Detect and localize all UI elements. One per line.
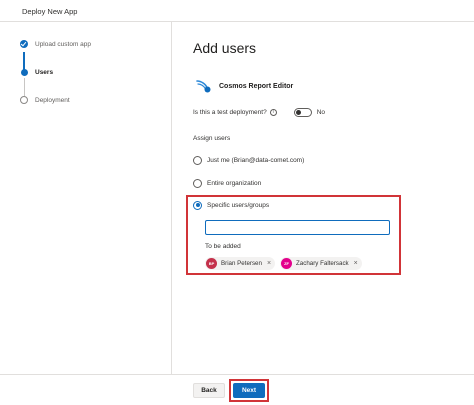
- user-chip-name: Zachary Faltersack: [296, 259, 349, 267]
- current-step-icon: [20, 68, 28, 76]
- radio-label: Just me (Brian@data-comet.com): [207, 156, 305, 164]
- selected-users: BP Brian Petersen × ZF Zachary Faltersac…: [205, 256, 367, 270]
- avatar: ZF: [281, 257, 293, 269]
- toggle-state-text: No: [316, 108, 326, 116]
- back-button[interactable]: Back: [193, 383, 225, 398]
- empty-circle-icon: [20, 96, 28, 104]
- step-deployment[interactable]: Deployment: [20, 93, 70, 107]
- test-deployment-toggle[interactable]: [293, 107, 312, 117]
- step-upload-custom-app[interactable]: Upload custom app: [20, 37, 91, 51]
- radio-button[interactable]: [193, 178, 202, 188]
- user-chip: ZF Zachary Faltersack ×: [280, 256, 362, 270]
- radio-label: Entire organization: [207, 179, 262, 187]
- test-deployment-label: Is this a test deployment?: [193, 108, 267, 116]
- comet-logo-icon: [196, 78, 212, 94]
- step-label: Upload custom app: [35, 40, 92, 48]
- to-be-added-label: To be added: [205, 243, 241, 250]
- test-deployment-row: Is this a test deployment? i No: [193, 106, 325, 118]
- radio-button[interactable]: [193, 155, 202, 165]
- window-header: Deploy New App: [0, 0, 474, 22]
- info-icon[interactable]: i: [269, 108, 277, 116]
- toggle-knob: [296, 109, 302, 115]
- page-title: Add users: [193, 40, 257, 56]
- step-users[interactable]: Users: [20, 65, 53, 79]
- radio-entire-organization[interactable]: Entire organization: [193, 177, 261, 189]
- next-button-highlight: [229, 379, 269, 402]
- avatar: BP: [206, 257, 217, 269]
- radio-just-me[interactable]: Just me (Brian@data-comet.com): [193, 154, 304, 166]
- app-name: Cosmos Report Editor: [219, 82, 294, 90]
- user-chip-name: Brian Petersen: [221, 259, 262, 267]
- step-label: Deployment: [35, 96, 70, 104]
- close-icon[interactable]: ×: [267, 260, 271, 267]
- step-label: Users: [35, 68, 54, 76]
- user-picker-input[interactable]: [205, 220, 390, 235]
- window-title: Deploy New App: [22, 7, 78, 16]
- user-chip: BP Brian Petersen ×: [205, 256, 276, 270]
- app-info: Cosmos Report Editor: [193, 74, 293, 98]
- check-circle-icon: [20, 40, 28, 48]
- close-icon[interactable]: ×: [354, 260, 358, 267]
- wizard-steps: Upload custom app Users Deployment: [0, 22, 172, 374]
- assign-users-label: Assign users: [193, 135, 231, 142]
